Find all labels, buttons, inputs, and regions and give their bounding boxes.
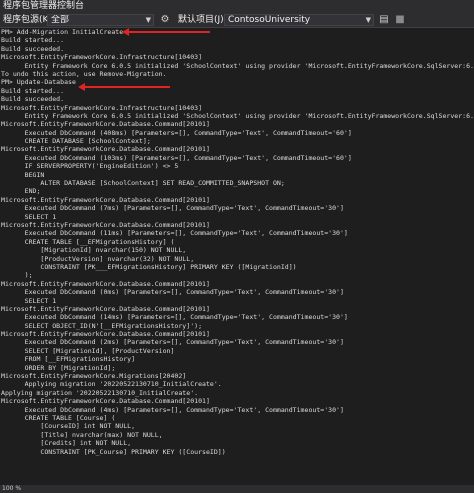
console-toolbar: 程序包源(K): 全部 ▼ ⚙ 默认项目(J): ContosoUniversi… xyxy=(0,12,474,28)
zoom-level[interactable]: 100 % xyxy=(0,485,474,493)
console-line: BEGIN xyxy=(1,170,45,179)
console-line: To undo this action, use Remove-Migratio… xyxy=(1,69,167,78)
console-line: PM> Update-Database xyxy=(1,78,76,87)
console-line: CREATE TABLE [__EFMigrationsHistory] ( xyxy=(1,237,175,246)
console-line: CONSTRAINT [PK___EFMigrationsHistory] PR… xyxy=(1,262,297,271)
console-line: SELECT [MigrationId], [ProductVersion] xyxy=(1,346,175,355)
console-line: CREATE TABLE [Course] ( xyxy=(1,413,116,422)
console-line: Microsoft.EntityFrameworkCore.Infrastruc… xyxy=(1,53,203,62)
console-line: [CourseID] int NOT NULL, xyxy=(1,422,136,431)
console-line: [Credits] int NOT NULL, xyxy=(1,439,132,448)
console-line: [ProductVersion] nvarchar(32) NOT NULL, xyxy=(1,254,195,263)
console-line: CONSTRAINT [PK_Course] PRIMARY KEY ([Cou… xyxy=(1,447,226,456)
window-title: 程序包管理器控制台 xyxy=(0,0,474,12)
annotation-arrow-add-migration xyxy=(122,28,210,36)
console-line: END; xyxy=(1,187,41,196)
default-project-label: 默认项目(J): xyxy=(178,15,227,25)
console-line: FROM [__EFMigrationsHistory] xyxy=(1,355,136,364)
console-line: [MigrationId] nvarchar(150) NOT NULL, xyxy=(1,246,187,255)
console-line: CREATE DATABASE [SchoolContext]; xyxy=(1,137,151,146)
console-line: Executed DbCommand (14ms) [Parameters=[]… xyxy=(1,313,348,322)
console-line: SELECT 1 xyxy=(1,296,57,305)
package-manager-console: 程序包管理器控制台 程序包源(K): 全部 ▼ ⚙ 默认项目(J): Conto… xyxy=(0,0,474,493)
console-line: Executed DbCommand (2ms) [Parameters=[],… xyxy=(1,338,344,347)
default-project-value: ContosoUniversity xyxy=(228,15,311,25)
annotation-arrow-update-database xyxy=(78,83,170,91)
console-line: ORDER BY [MigrationId]; xyxy=(1,363,116,372)
console-line: Microsoft.EntityFrameworkCore.Database.C… xyxy=(1,330,210,339)
console-line: Microsoft.EntityFrameworkCore.Migrations… xyxy=(1,372,187,381)
console-line: Microsoft.EntityFrameworkCore.Database.C… xyxy=(1,120,210,129)
gear-icon[interactable]: ⚙ xyxy=(159,14,171,26)
console-line: Build succeeded. xyxy=(1,95,65,104)
console-line: ); xyxy=(1,271,33,280)
console-line: Entity Framework Core 6.0.5 initialized … xyxy=(24,111,474,120)
console-line: Entity Framework Core 6.0.5 initialized … xyxy=(24,61,474,70)
console-line: Executed DbCommand (11ms) [Parameters=[]… xyxy=(1,229,348,238)
console-line: Microsoft.EntityFrameworkCore.Database.C… xyxy=(1,279,210,288)
chevron-down-icon: ▼ xyxy=(145,16,151,24)
console-line: Microsoft.EntityFrameworkCore.Infrastruc… xyxy=(1,103,203,112)
console-line: Microsoft.EntityFrameworkCore.Database.C… xyxy=(1,397,210,406)
console-line: Build started... xyxy=(1,36,65,45)
console-line: [Title] nvarchar(max) NOT NULL, xyxy=(1,430,163,439)
console-line: Microsoft.EntityFrameworkCore.Database.C… xyxy=(1,195,210,204)
chevron-down-icon: ▼ xyxy=(365,16,371,24)
package-source-value: 全部 xyxy=(51,15,70,25)
console-line: SELECT OBJECT_ID(N'[__EFMigrationsHistor… xyxy=(1,321,203,330)
console-line: Applying migration '20220522130710_Initi… xyxy=(1,380,222,389)
console-line: Executed DbCommand (7ms) [Parameters=[],… xyxy=(1,204,344,213)
console-text: PM> Add-Migration InitialCreate Build sta… xyxy=(0,28,474,456)
console-line: PM> Add-Migration InitialCreate xyxy=(1,28,124,36)
console-line: Microsoft.EntityFrameworkCore.Database.C… xyxy=(1,145,210,154)
package-source-select[interactable]: 全部 ▼ xyxy=(47,14,154,26)
console-line: Microsoft.EntityFrameworkCore.Database.C… xyxy=(1,220,210,229)
console-output[interactable]: PM> Add-Migration InitialCreate Build sta… xyxy=(0,28,474,485)
console-line: Executed DbCommand (408ms) [Parameters=[… xyxy=(1,128,352,137)
console-line: Build succeeded. xyxy=(1,44,65,53)
console-line: SELECT 1 xyxy=(1,212,57,221)
stop-icon[interactable]: ■ xyxy=(394,14,406,26)
console-line: Build started... xyxy=(1,86,65,95)
console-line: ALTER DATABASE [SchoolContext] SET READ_… xyxy=(1,179,285,188)
console-line: Executed DbCommand (0ms) [Parameters=[],… xyxy=(1,288,344,297)
clear-console-icon[interactable]: ▤ xyxy=(378,14,390,26)
console-line: Microsoft.EntityFrameworkCore.Database.C… xyxy=(1,304,210,313)
console-line: Executed DbCommand (4ms) [Parameters=[],… xyxy=(1,405,344,414)
console-line: Applying migration '20220522130710_Initi… xyxy=(1,388,199,397)
console-line: IF SERVERPROPERTY('EngineEdition') <> 5 xyxy=(1,162,179,171)
console-line: Executed DbCommand (103ms) [Parameters=[… xyxy=(1,153,352,162)
default-project-select[interactable]: ContosoUniversity ▼ xyxy=(224,14,374,26)
